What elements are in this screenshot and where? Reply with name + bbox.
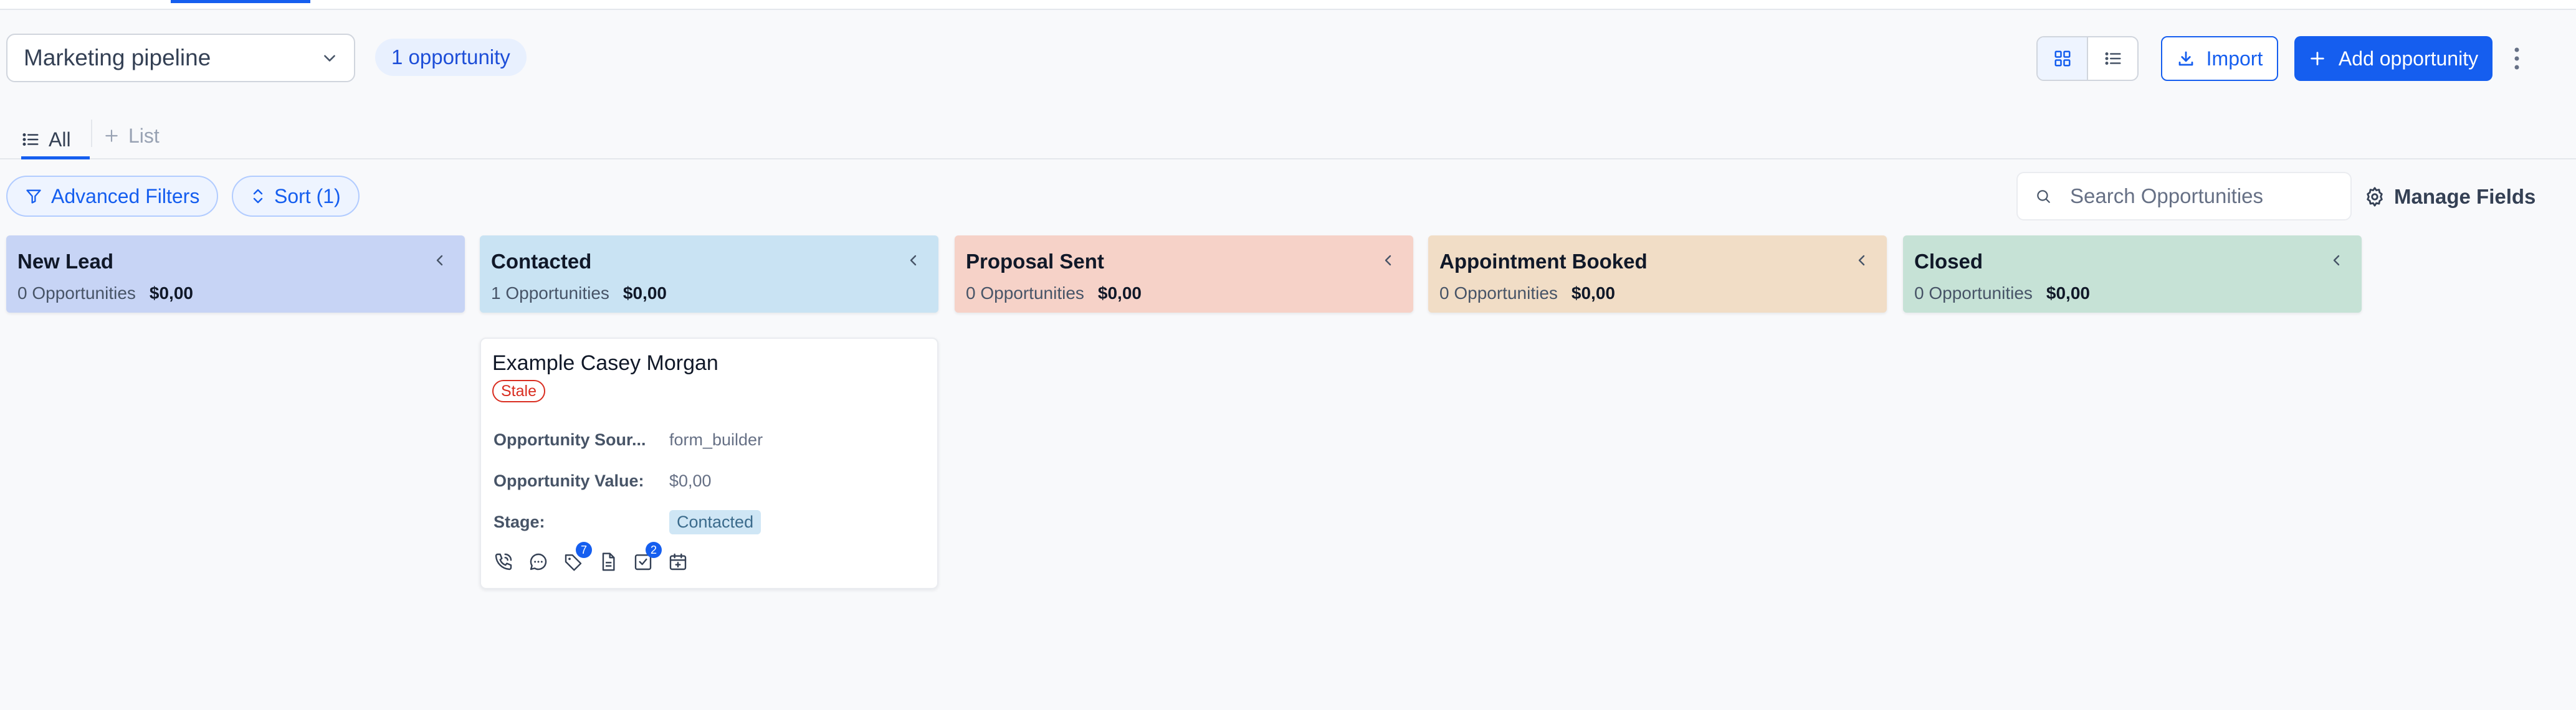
chevron-left-icon[interactable] [1381,253,1396,268]
chat-icon[interactable] [527,551,550,573]
manage-fields-button[interactable]: Manage Fields [2364,179,2535,214]
column-count: 0 Opportunities [17,283,136,303]
kebab-menu-icon [2514,47,2519,70]
tab-all[interactable]: All [21,121,90,159]
field-label: Opportunity Value: [494,471,644,490]
column-count: 0 Opportunities [1439,283,1558,303]
sort-icon [253,189,263,204]
grid-icon [2054,50,2070,67]
field-stage: Stage: Contacted [494,509,761,534]
view-toggle [2036,36,2139,81]
card-action-icons: 7 2 [492,542,689,573]
filter-icon [26,189,41,204]
column-proposal-sent: Proposal Sent 0 Opportunities $0,00 [955,235,1413,313]
more-options-button[interactable] [2507,39,2526,78]
column-new-lead: New Lead 0 Opportunities $0,00 [6,235,465,313]
tab-all-label: All [49,128,71,151]
column-title: New Lead [17,250,114,273]
column-title: Appointment Booked [1439,250,1648,273]
opportunity-name: Example Casey Morgan [492,351,718,375]
list-icon [2105,52,2120,65]
chevron-left-icon[interactable] [432,253,447,268]
field-opportunity-source: Opportunity Sour... form_builder [494,427,763,452]
field-opportunity-value: Opportunity Value: $0,00 [494,468,712,493]
task-count-badge: 2 [646,542,662,558]
add-opportunity-label: Add opportunity [2338,47,2479,70]
tab-divider [91,120,92,147]
field-label: Opportunity Sour... [494,430,646,449]
list-view-button[interactable] [2088,37,2137,80]
opportunity-count-label: 1 opportunity [391,45,510,69]
chevron-left-icon[interactable] [906,253,921,268]
chevron-left-icon[interactable] [2329,253,2344,268]
chevron-left-icon[interactable] [1854,253,1869,268]
field-label: Stage: [494,512,545,531]
column-title: Contacted [491,250,592,273]
pipeline-select-value: Marketing pipeline [24,45,211,70]
add-list-label: List [128,124,160,147]
field-value: form_builder [669,430,763,449]
chevron-down-icon [324,55,335,62]
calendar-icon[interactable] [667,551,689,573]
column-contacted: Contacted 1 Opportunities $0,00 [480,235,938,313]
stale-badge: Stale [492,380,545,402]
plus-icon [105,130,118,142]
grid-view-button[interactable] [2038,37,2088,80]
task-icon[interactable]: 2 [632,542,662,573]
column-amount: $0,00 [623,283,667,303]
column-title: Closed [1914,250,1983,273]
import-button[interactable]: Import [2161,36,2278,81]
phone-icon[interactable] [492,551,515,573]
top-nav-strip [0,0,2576,10]
search-icon [2037,190,2050,203]
import-label: Import [2206,47,2263,70]
add-opportunity-button[interactable]: Add opportunity [2294,36,2493,81]
search-opportunities [2016,172,2352,220]
add-list-tab[interactable]: List [103,121,160,151]
opportunity-card[interactable]: Example Casey Morgan Stale Opportunity S… [480,338,938,589]
tag-count-badge: 7 [576,542,592,558]
list-tabs: All List [0,113,2576,159]
column-title: Proposal Sent [966,250,1104,273]
column-amount: $0,00 [1571,283,1615,303]
stage-badge: Contacted [669,509,761,534]
gear-icon [2367,187,2383,207]
plus-icon [2311,52,2324,65]
sort-button[interactable]: Sort (1) [232,176,360,217]
active-nav-indicator [171,0,310,3]
pipeline-select[interactable]: Marketing pipeline [6,34,355,82]
search-input[interactable] [2069,184,2333,209]
advanced-filters-button[interactable]: Advanced Filters [6,176,219,217]
advanced-filters-label: Advanced Filters [51,184,200,207]
field-value: $0,00 [669,471,712,490]
active-tab-underline [21,156,90,159]
tag-icon[interactable]: 7 [562,542,592,573]
opportunity-count-badge: 1 opportunity [375,39,527,76]
sort-label: Sort (1) [274,184,341,207]
download-icon [2178,51,2193,66]
column-amount: $0,00 [149,283,193,303]
column-closed: Closed 0 Opportunities $0,00 [1903,235,2362,313]
list-icon [22,133,39,146]
column-count: 0 Opportunities [1914,283,2033,303]
document-icon[interactable] [597,551,619,573]
column-appointment-booked: Appointment Booked 0 Opportunities $0,00 [1428,235,1887,313]
column-count: 0 Opportunities [966,283,1084,303]
column-amount: $0,00 [1097,283,1142,303]
manage-fields-label: Manage Fields [2394,185,2536,208]
column-amount: $0,00 [2046,283,2090,303]
column-count: 1 Opportunities [491,283,609,303]
